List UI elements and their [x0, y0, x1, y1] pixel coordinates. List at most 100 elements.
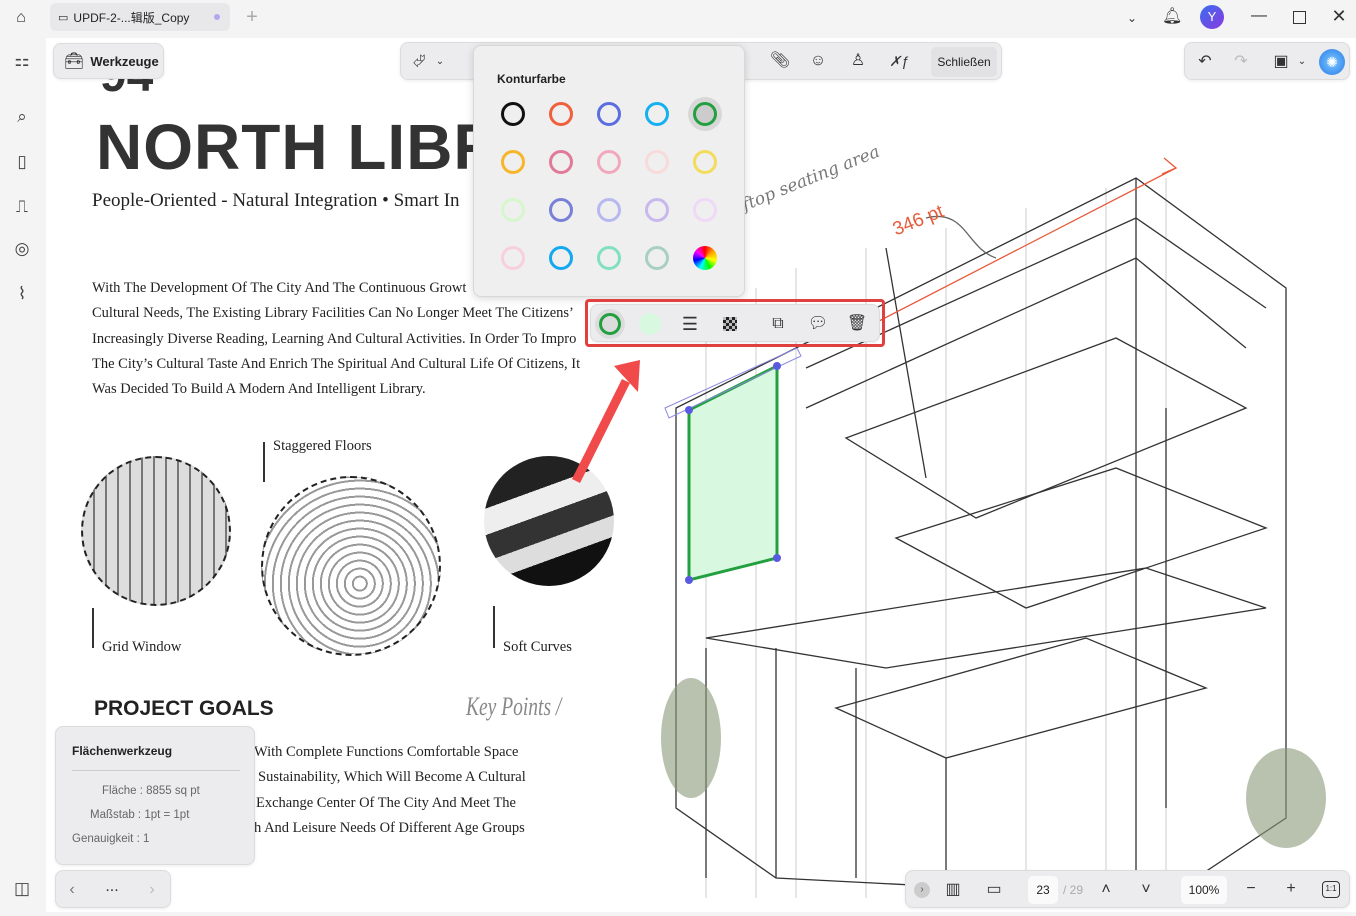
precision-value: Genauigkeit : 1: [72, 833, 150, 845]
chevron-left-icon[interactable]: ‹: [64, 880, 80, 900]
duplicate-icon[interactable]: ⧉: [767, 314, 789, 334]
undo-icon[interactable]: ↶: [1195, 52, 1215, 72]
attachment-icon[interactable]: ⌇: [11, 283, 33, 305]
close-window-icon[interactable]: ✕: [1329, 6, 1349, 26]
area-measurement-shape[interactable]: [661, 348, 811, 588]
color-swatch[interactable]: [645, 150, 669, 174]
minimize-icon[interactable]: —: [1249, 6, 1269, 26]
bottom-toolbar: › ▥ ▭ 23 / 29 ˄ ˅ 100% − + 1:1: [905, 870, 1350, 908]
area-tool-panel: Flächenwerkzeug Fläche : 8855 sq pt Maßs…: [55, 726, 255, 865]
zoom-in-icon[interactable]: +: [1282, 879, 1300, 899]
total-pages: / 29: [1063, 883, 1084, 897]
home-icon[interactable]: ⌂: [10, 8, 32, 28]
color-swatch[interactable]: [549, 150, 573, 174]
search-icon[interactable]: ⌕: [11, 106, 33, 128]
new-tab-icon[interactable]: +: [242, 7, 262, 27]
staggered-floors-image: [261, 476, 441, 656]
sticker-icon[interactable]: ☺: [807, 51, 829, 71]
color-swatch[interactable]: [501, 102, 525, 126]
page-number-input[interactable]: 23: [1028, 876, 1058, 904]
cursor-icon[interactable]: ⮰: [409, 52, 429, 72]
label-staggered-floors: Staggered Floors: [273, 438, 372, 454]
color-swatch[interactable]: [645, 198, 669, 222]
tools-label: Werkzeuge: [90, 53, 159, 69]
comment-icon[interactable]: 💬︎: [807, 314, 829, 334]
stroke-color-button[interactable]: [599, 313, 621, 335]
tools-button[interactable]: 🧰︎ Werkzeuge: [53, 43, 164, 79]
apps-icon[interactable]: ⚏: [11, 50, 33, 72]
chevron-down-icon[interactable]: ⌄: [433, 52, 447, 72]
zoom-level[interactable]: 100%: [1181, 876, 1227, 904]
chevron-down-icon[interactable]: ⌄: [1295, 52, 1309, 72]
paperclip-icon[interactable]: 📎︎: [769, 51, 791, 71]
opacity-icon[interactable]: [723, 317, 737, 331]
history-toolbar: ↶ ↷ ▣ ⌄ ✺: [1184, 42, 1350, 80]
label-soft-curves: Soft Curves: [503, 639, 572, 655]
color-swatch[interactable]: [645, 246, 669, 270]
next-page-icon[interactable]: ˅: [1138, 880, 1154, 900]
stroke-color-popup: Konturfarbe: [473, 45, 745, 297]
left-sidebar: ⚏ ⌕ ▯ ⎍ ◎ ⌇ ◫: [0, 36, 46, 916]
unsaved-dot: [214, 14, 220, 20]
avatar[interactable]: Y: [1200, 5, 1224, 29]
label-line: [92, 608, 94, 648]
layers-icon[interactable]: ◫: [11, 878, 33, 900]
color-swatch[interactable]: [549, 246, 573, 270]
page-layout-icon[interactable]: ▥: [942, 880, 964, 900]
color-swatch[interactable]: [597, 246, 621, 270]
red-arrow: [571, 360, 640, 484]
document-title: NORTH LIBR: [96, 111, 501, 183]
popup-title: Konturfarbe: [497, 72, 566, 86]
more-button[interactable]: ...: [102, 877, 122, 897]
bell-icon[interactable]: 🔔︎: [1162, 7, 1182, 27]
color-swatch[interactable]: [501, 246, 525, 270]
color-swatch[interactable]: [597, 102, 621, 126]
stamp-icon[interactable]: ♙: [847, 51, 869, 71]
color-swatch[interactable]: [693, 198, 717, 222]
zoom-out-icon[interactable]: −: [1242, 879, 1260, 899]
close-toolbar-button[interactable]: Schließen: [931, 47, 997, 77]
expand-icon[interactable]: ›: [914, 882, 930, 898]
fill-color-button[interactable]: [639, 313, 661, 335]
toolbox-icon: 🧰︎: [64, 53, 85, 70]
color-swatch[interactable]: [693, 102, 717, 126]
color-swatch[interactable]: [645, 102, 669, 126]
maximize-icon[interactable]: [1293, 11, 1306, 24]
color-swatch[interactable]: [501, 198, 525, 222]
color-swatch[interactable]: [501, 150, 525, 174]
color-swatch[interactable]: [693, 150, 717, 174]
panel-title: Flächenwerkzeug: [72, 744, 173, 758]
redo-icon[interactable]: ↷: [1231, 52, 1251, 72]
save-icon[interactable]: ▣: [1271, 52, 1291, 72]
project-goals-heading: PROJECT GOALS: [94, 697, 274, 720]
color-swatch[interactable]: [549, 102, 573, 126]
ai-assistant-icon[interactable]: ✺: [1319, 49, 1345, 75]
label-line: [493, 606, 495, 648]
line-weight-icon[interactable]: ☰: [679, 314, 701, 334]
label-grid-window: Grid Window: [102, 639, 182, 655]
goals-paragraph: With Complete Functions Comfortable Spac…: [254, 744, 526, 836]
area-value: Fläche : 8855 sq pt: [102, 785, 200, 797]
actual-size-button[interactable]: 1:1: [1322, 881, 1340, 898]
custom-color-swatch[interactable]: [693, 246, 717, 270]
grid-window-image: [81, 456, 231, 606]
color-swatch[interactable]: [597, 198, 621, 222]
panel-pager: ‹ ... ›: [55, 870, 171, 908]
shape-toolbar: ☰ ⧉ 💬︎ 🗑︎: [590, 304, 880, 342]
scale-value: Maßstab : 1pt = 1pt: [90, 809, 190, 821]
document-subtitle: People-Oriented - Natural Integration • …: [92, 190, 460, 211]
color-swatch[interactable]: [549, 198, 573, 222]
previous-page-icon[interactable]: ˄: [1098, 880, 1114, 900]
key-points-heading: Key Points /: [466, 692, 562, 721]
presentation-icon[interactable]: ▭: [982, 880, 1006, 900]
trash-icon[interactable]: 🗑︎: [846, 314, 868, 334]
document-tab[interactable]: ▭ UPDF-2-...辑版_Copy: [50, 3, 230, 31]
color-swatch[interactable]: [597, 150, 621, 174]
chevron-down-icon[interactable]: ⌄: [1122, 8, 1142, 28]
title-bar: ⌂ ▭ UPDF-2-...辑版_Copy + ⌄ 🔔︎ Y — ✕: [0, 0, 1356, 36]
comment-icon[interactable]: ◎: [11, 238, 33, 260]
signature-icon[interactable]: ✗ƒ: [885, 51, 913, 71]
chevron-right-icon[interactable]: ›: [144, 880, 160, 900]
bookmark-icon[interactable]: ⎍: [11, 196, 33, 218]
pages-icon[interactable]: ▯: [11, 151, 33, 173]
